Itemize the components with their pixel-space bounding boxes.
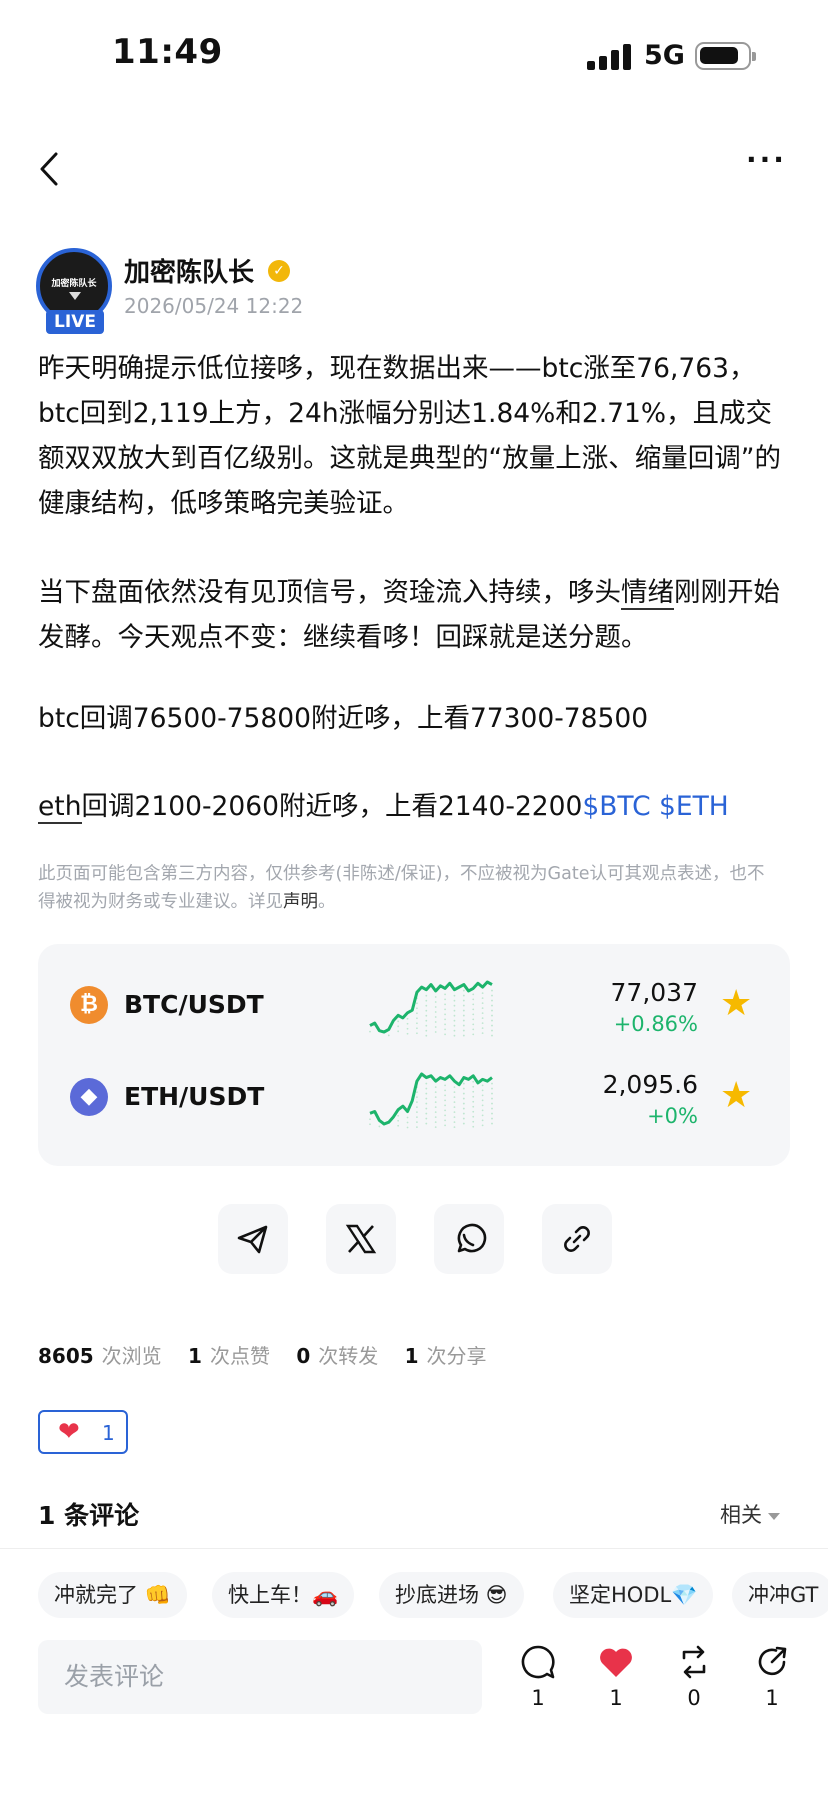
eth-icon: ◆ xyxy=(70,1078,108,1116)
quick-reply-chip[interactable]: 快上车！🚗 xyxy=(212,1572,355,1618)
disclaimer-link[interactable]: 声明 xyxy=(283,892,318,912)
reposts-label: 次转发 xyxy=(318,1344,379,1368)
post-text: 回调2100-2060附近哆，上看2140-2200 xyxy=(81,791,583,822)
quick-reply-chip[interactable]: 冲就完了 👊 xyxy=(38,1572,187,1618)
sort-label: 相关 xyxy=(720,1503,762,1527)
tag-eth[interactable]: $ETH xyxy=(659,791,729,822)
term-link[interactable]: 情绪 xyxy=(621,577,674,610)
live-badge: LIVE xyxy=(46,310,104,334)
shares-count: 1 xyxy=(404,1344,419,1368)
like-action[interactable]: 1 xyxy=(586,1642,646,1722)
market-row-eth[interactable]: ◆ ETH/USDT 2,095.6 +0% ★ xyxy=(38,1052,790,1142)
shares-label: 次分享 xyxy=(426,1344,487,1368)
link-icon xyxy=(564,1226,590,1252)
coin-pair: BTC/USDT xyxy=(124,990,264,1019)
comment-action[interactable]: 1 xyxy=(508,1642,568,1722)
eth-sparkline xyxy=(369,1072,493,1129)
clock: 11:49 xyxy=(112,32,223,72)
quick-reply-chip[interactable]: 冲冲GT xyxy=(732,1572,828,1618)
disclaimer: 此页面可能包含第三方内容，仅供参考(非陈述/保证)，不应被视为Gate认可其观点… xyxy=(38,860,778,916)
views-label: 次浏览 xyxy=(101,1344,162,1368)
views-count: 8605 xyxy=(38,1344,94,1368)
battery-icon xyxy=(695,42,756,70)
coin-price: 2,095.6 xyxy=(602,1070,698,1099)
share-action[interactable]: 1 xyxy=(742,1642,802,1722)
market-card: ₿ BTC/USDT 77,037 +0.86% ★ ◆ ETH/USDT 2,… xyxy=(38,944,790,1166)
post-paragraph-3: btc回调76500-75800附近哆，上看77300-78500 xyxy=(38,703,649,734)
likes-count: 1 xyxy=(188,1344,202,1368)
comment-count: 1 xyxy=(531,1686,545,1710)
share-count: 1 xyxy=(765,1686,779,1710)
tag-btc[interactable]: $BTC xyxy=(582,791,650,822)
avatar-logo-text: 加密陈队长 xyxy=(51,279,97,289)
share-telegram-button[interactable] xyxy=(218,1204,288,1274)
post-stats: 8605 次浏览 1 次点赞 0 次转发 1 次分享 xyxy=(38,1340,507,1369)
coin-price: 77,037 xyxy=(610,978,698,1007)
market-row-btc[interactable]: ₿ BTC/USDT 77,037 +0.86% ★ xyxy=(38,960,790,1050)
term-link[interactable]: eth xyxy=(38,791,82,824)
chevron-left-icon xyxy=(40,152,58,186)
disclaimer-text: 此页面可能包含第三方内容，仅供参考(非陈述/保证)，不应被视为Gate认可其观点… xyxy=(38,864,765,912)
status-bar: 11:49 5G xyxy=(0,0,828,110)
coin-pair: ETH/USDT xyxy=(124,1082,265,1111)
star-icon[interactable]: ★ xyxy=(720,1078,756,1114)
back-button[interactable] xyxy=(34,146,68,192)
heart-filled-icon xyxy=(600,1648,632,1677)
heart-icon: ❤ xyxy=(58,1417,80,1447)
avatar-logo-mark xyxy=(69,292,81,300)
repost-action[interactable]: 0 xyxy=(664,1642,724,1722)
comments-title: 1 条评论 xyxy=(38,1501,140,1530)
signal-icon xyxy=(587,44,631,70)
more-button[interactable]: ··· xyxy=(746,146,790,190)
post-text: 当下盘面依然没有见顶信号，资琻流入持续，哆头 xyxy=(38,577,621,608)
share-icon xyxy=(758,1646,787,1676)
x-icon xyxy=(345,1224,377,1254)
post-date: 2026/05/24 12:22 xyxy=(124,294,304,318)
heart-reaction-button[interactable]: ❤ 1 xyxy=(38,1410,128,1454)
post-paragraph-1: 昨天明确提示低位接哆，现在数据出来——btc涨至76,763，btc回到2,11… xyxy=(38,353,781,519)
comment-input[interactable]: 发表评论 xyxy=(38,1640,482,1714)
coin-change: +0% xyxy=(647,1104,698,1128)
share-x-button[interactable] xyxy=(326,1204,396,1274)
network-label: 5G xyxy=(644,40,685,71)
divider xyxy=(0,1548,828,1549)
telegram-icon xyxy=(237,1225,268,1254)
comment-icon xyxy=(521,1645,555,1679)
comment-sort-select[interactable]: 相关 xyxy=(720,1499,780,1529)
quick-reply-chip[interactable]: 坚定HODL💎 xyxy=(553,1572,714,1618)
reposts-count: 0 xyxy=(296,1344,311,1368)
caret-down-icon xyxy=(768,1512,780,1520)
quick-reply-chip[interactable]: 抄底进场 😎 xyxy=(379,1572,524,1618)
author-name[interactable]: 加密陈队长 xyxy=(124,252,254,289)
post-paragraph-2: 当下盘面依然没有见顶信号，资琻流入持续，哆头情绪刚刚开始发酵。今天观点不变：继续… xyxy=(38,570,798,660)
coin-change: +0.86% xyxy=(613,1012,698,1036)
copy-link-button[interactable] xyxy=(542,1204,612,1274)
share-whatsapp-button[interactable] xyxy=(434,1204,504,1274)
verified-icon: ✓ xyxy=(268,260,290,282)
repost-icon xyxy=(682,1645,706,1679)
post-paragraph-4: eth回调2100-2060附近哆，上看2140-2200$BTC $ETH xyxy=(38,784,798,829)
star-icon[interactable]: ★ xyxy=(720,986,756,1022)
heart-count: 1 xyxy=(102,1421,115,1445)
btc-icon: ₿ xyxy=(70,986,108,1024)
like-count: 1 xyxy=(609,1686,623,1710)
disclaimer-end: 。 xyxy=(318,892,336,912)
whatsapp-icon xyxy=(457,1223,487,1253)
btc-sparkline xyxy=(369,980,493,1037)
likes-label: 次点赞 xyxy=(209,1344,270,1368)
repost-count: 0 xyxy=(687,1686,701,1710)
